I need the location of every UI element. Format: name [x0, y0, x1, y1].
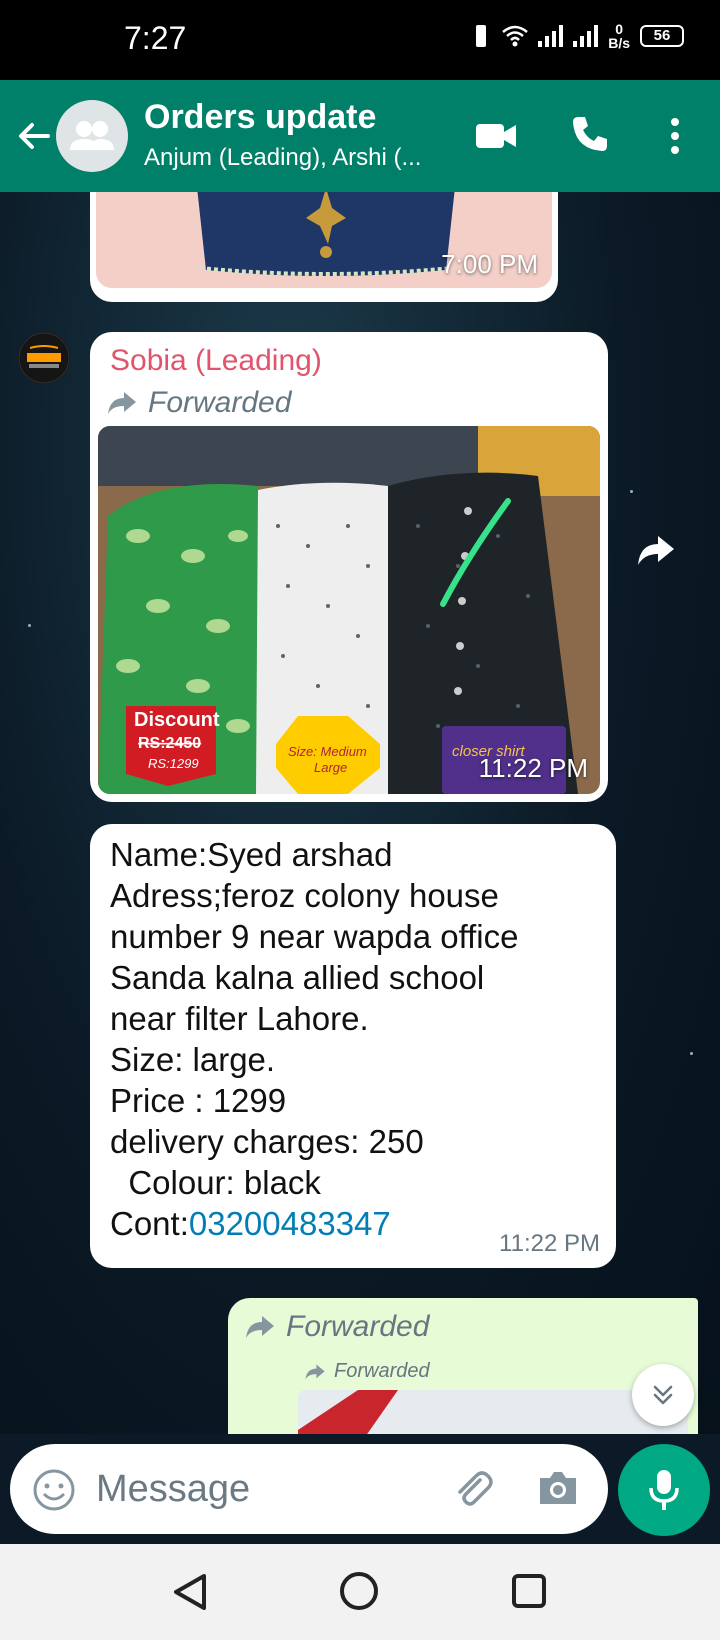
scroll-to-bottom-button[interactable]: [632, 1364, 694, 1426]
discount-title: Discount: [134, 709, 220, 731]
group-avatar-icon[interactable]: [56, 100, 128, 172]
signal-icon: [538, 25, 564, 47]
compose-bar: [0, 1434, 720, 1544]
forward-arrow-icon: [108, 392, 136, 414]
nav-home-icon[interactable]: [340, 1572, 378, 1610]
background-star: [630, 490, 633, 493]
attachment-icon[interactable]: [450, 1466, 494, 1510]
size-label-line1: Size: Medium: [288, 744, 367, 759]
chat-header: Orders update Anjum (Leading), Arshi (..…: [0, 80, 720, 192]
shirts-image[interactable]: Discount RS:2450 RS:1299 Size: Medium La…: [98, 426, 600, 794]
status-time: 7:27: [124, 20, 187, 56]
forward-arrow-icon: [305, 1363, 325, 1380]
background-star: [28, 624, 31, 627]
size-label-line2: Large: [314, 760, 347, 775]
new-price: RS:1299: [148, 756, 199, 771]
phone-number-link[interactable]: 03200483347: [189, 1205, 391, 1242]
phone-call-icon[interactable]: [570, 114, 610, 154]
system-nav-bar: [0, 1544, 720, 1640]
status-bar: 7:27 0 B/s 56: [0, 0, 720, 80]
vibrate-icon: [470, 23, 492, 49]
order-text-message[interactable]: Name:Syed arshad Adress;feroz colony hou…: [90, 824, 616, 1268]
back-arrow-icon[interactable]: [14, 116, 54, 156]
sender-name[interactable]: Sobia (Leading): [110, 344, 322, 378]
message-text: Name:Syed arshad Adress;feroz colony hou…: [110, 836, 519, 1242]
forwarded-indicator: Forwarded: [244, 1310, 429, 1344]
microphone-icon: [649, 1470, 679, 1510]
message-time: 7:00 PM: [441, 249, 538, 279]
old-price: RS:2450: [138, 735, 201, 752]
forwarded-image-preview[interactable]: [298, 1390, 688, 1434]
voice-record-button[interactable]: [618, 1444, 710, 1536]
forward-arrow-icon: [246, 1316, 274, 1338]
sender-avatar-image: [18, 332, 70, 384]
chat-messages[interactable]: 7:00 PM Sobia (Leading) Forwarded Discou…: [0, 192, 720, 1434]
battery-icon: 56: [640, 25, 684, 47]
forwarded-image-message[interactable]: Sobia (Leading) Forwarded Discount RS:24…: [90, 332, 608, 802]
double-chevron-down-icon: [653, 1385, 673, 1405]
outgoing-forwarded-message[interactable]: Forwarded Forwarded: [228, 1298, 698, 1434]
forward-share-icon[interactable]: [636, 532, 676, 568]
net-speed-unit: B/s: [608, 35, 630, 51]
offer-photo: [298, 1390, 688, 1434]
net-speed: 0 B/s: [608, 22, 630, 50]
message-time: 11:22 PM: [478, 753, 588, 783]
sender-avatar[interactable]: [18, 332, 70, 384]
wifi-icon: [502, 25, 529, 47]
nav-recents-icon[interactable]: [512, 1574, 546, 1608]
inner-forwarded-label: Forwarded: [334, 1360, 430, 1382]
kurta-image[interactable]: 7:00 PM: [96, 192, 552, 288]
status-icons: 0 B/s 56: [470, 22, 684, 50]
nav-back-icon[interactable]: [172, 1572, 208, 1612]
message-time: 11:22 PM: [499, 1230, 600, 1257]
signal-icon-2: [573, 25, 599, 47]
forwarded-indicator: Forwarded: [106, 386, 291, 420]
more-options-icon[interactable]: [660, 114, 690, 158]
message-body: Name:Syed arshad Adress;feroz colony hou…: [110, 834, 596, 1244]
shirts-photo: Discount RS:2450 RS:1299 Size: Medium La…: [98, 426, 600, 794]
emoji-icon[interactable]: [32, 1468, 76, 1512]
video-call-icon[interactable]: [474, 116, 518, 156]
chat-participants[interactable]: Anjum (Leading), Arshi (...: [144, 144, 444, 172]
inner-forwarded-indicator: Forwarded: [304, 1360, 430, 1383]
chat-title[interactable]: Orders update: [144, 98, 376, 137]
background-star: [690, 1052, 693, 1055]
image-message[interactable]: 7:00 PM: [90, 192, 558, 302]
camera-icon[interactable]: [536, 1468, 580, 1508]
message-input[interactable]: [96, 1462, 416, 1516]
forwarded-label: Forwarded: [148, 386, 292, 419]
message-input-box[interactable]: [10, 1444, 608, 1534]
forwarded-label: Forwarded: [286, 1310, 430, 1343]
